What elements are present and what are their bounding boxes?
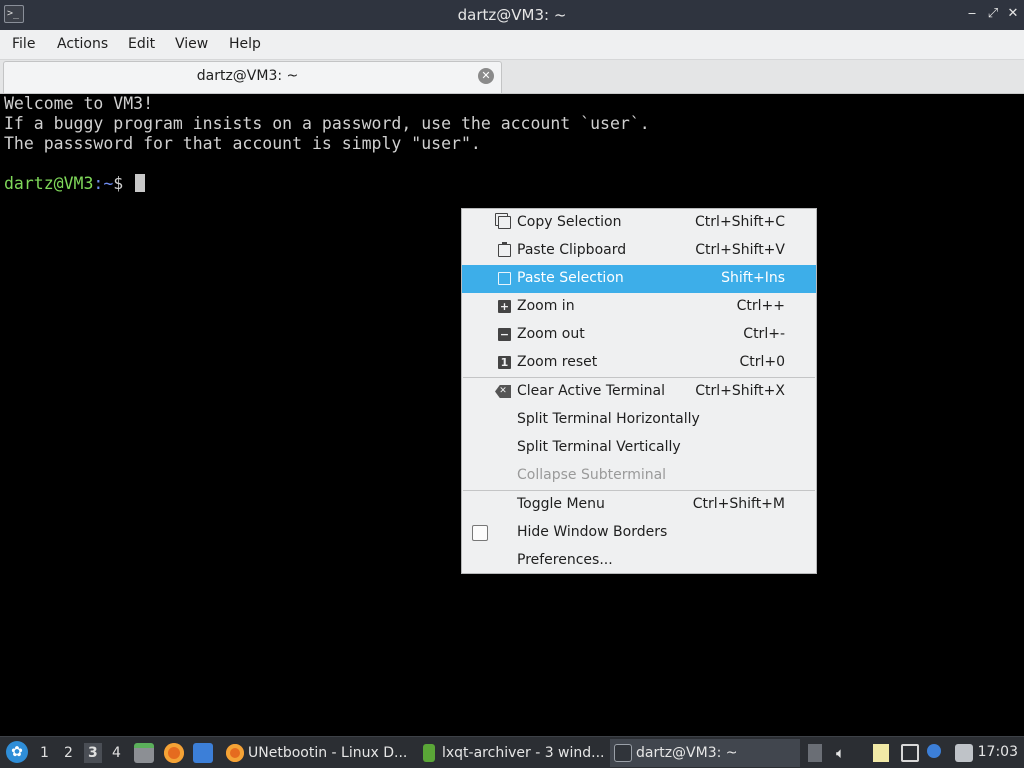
menu-item-split-horizontally[interactable]: Split Terminal Horizontally xyxy=(462,406,816,434)
terminal-line: Welcome to VM3! xyxy=(4,94,154,113)
menu-item-zoom-reset[interactable]: 1 Zoom reset Ctrl+0 xyxy=(462,349,816,377)
prompt-user: dartz@VM3 xyxy=(4,174,94,193)
firefox-icon xyxy=(226,744,244,762)
zoom-reset-icon: 1 xyxy=(498,356,511,369)
task-label: lxqt-archiver - 3 wind... xyxy=(442,745,604,761)
notification-icon[interactable] xyxy=(927,744,941,758)
clipboard-icon[interactable] xyxy=(873,744,889,762)
menu-item-copy-selection[interactable]: Copy Selection Ctrl+Shift+C xyxy=(462,209,816,237)
menu-view[interactable]: View xyxy=(175,36,208,52)
menu-item-shortcut: Shift+Ins xyxy=(721,270,785,286)
desktop-switch-3[interactable]: 3 xyxy=(84,743,102,763)
storage-icon[interactable] xyxy=(808,744,822,762)
screenshot-icon[interactable] xyxy=(955,744,973,762)
task-terminal[interactable]: dartz@VM3: ~ xyxy=(610,739,800,767)
text-cursor xyxy=(135,174,146,192)
clear-icon: ✕ xyxy=(495,385,511,398)
paste-icon xyxy=(498,272,511,285)
task-unetbootin[interactable]: UNetbootin - Linux D... xyxy=(222,739,410,767)
menu-actions[interactable]: Actions xyxy=(57,36,108,52)
menu-item-clear-active-terminal[interactable]: ✕ Clear Active Terminal Ctrl+Shift+X xyxy=(462,378,816,406)
zoom-in-icon: + xyxy=(498,300,511,313)
show-desktop-icon[interactable] xyxy=(193,743,213,763)
menu-help[interactable]: Help xyxy=(229,36,261,52)
menu-item-label: Zoom in xyxy=(517,298,575,314)
menu-file[interactable]: File xyxy=(12,36,35,52)
window-titlebar[interactable]: >_ dartz@VM3: ~ ‒ ⤢ ✕ xyxy=(0,0,1024,30)
start-menu-button[interactable]: ✿ xyxy=(6,741,28,763)
menu-item-label: Split Terminal Vertically xyxy=(517,439,681,455)
task-lxqt-archiver[interactable]: lxqt-archiver - 3 wind... xyxy=(416,739,604,767)
menu-item-toggle-menu[interactable]: Toggle Menu Ctrl+Shift+M xyxy=(462,491,816,519)
menu-item-label: Zoom reset xyxy=(517,354,598,370)
close-button[interactable]: ✕ xyxy=(1004,5,1022,23)
menu-item-label: Zoom out xyxy=(517,326,585,342)
menu-item-label: Collapse Subterminal xyxy=(517,467,667,483)
tab-terminal[interactable]: dartz@VM3: ~ ✕ xyxy=(3,61,502,93)
terminal-line: The passsword for that account is simply… xyxy=(4,134,481,153)
menu-item-shortcut: Ctrl+Shift+X xyxy=(695,383,785,399)
network-icon[interactable] xyxy=(901,744,919,762)
menu-item-paste-clipboard[interactable]: Paste Clipboard Ctrl+Shift+V xyxy=(462,237,816,265)
menu-item-shortcut: Ctrl+0 xyxy=(739,354,785,370)
desktop-switch-1[interactable]: 1 xyxy=(40,745,49,761)
menu-item-paste-selection[interactable]: Paste Selection Shift+Ins xyxy=(462,265,816,293)
menu-item-collapse-subterminal: Collapse Subterminal xyxy=(462,462,816,490)
desktop-switch-2[interactable]: 2 xyxy=(64,745,73,761)
menu-item-shortcut: Ctrl+Shift+M xyxy=(692,496,785,512)
task-label: dartz@VM3: ~ xyxy=(636,745,738,761)
firefox-icon[interactable] xyxy=(164,743,184,763)
menu-item-shortcut: Ctrl+- xyxy=(743,326,785,342)
tab-close-icon[interactable]: ✕ xyxy=(478,68,494,84)
desktop-switch-4[interactable]: 4 xyxy=(112,745,121,761)
menu-item-label: Paste Selection xyxy=(517,270,624,286)
menu-item-label: Hide Window Borders xyxy=(517,524,668,540)
copy-icon xyxy=(498,216,511,229)
window-title: dartz@VM3: ~ xyxy=(457,6,567,24)
archive-icon xyxy=(423,744,435,762)
taskbar: ✿ 1 2 3 4 UNetbootin - Linux D... lxqt-a… xyxy=(0,736,1024,768)
menu-item-label: Split Terminal Horizontally xyxy=(517,411,700,427)
prompt-symbol: $ xyxy=(113,174,134,193)
maximize-button[interactable]: ⤢ xyxy=(984,5,1002,23)
menu-item-shortcut: Ctrl+Shift+V xyxy=(695,242,785,258)
menu-item-shortcut: Ctrl+Shift+C xyxy=(695,214,785,230)
menu-bar: File Actions Edit View Help xyxy=(0,30,1024,60)
menu-item-label: Copy Selection xyxy=(517,214,622,230)
file-manager-icon[interactable] xyxy=(134,743,154,763)
menu-edit[interactable]: Edit xyxy=(128,36,155,52)
menu-item-shortcut: Ctrl++ xyxy=(736,298,785,314)
menu-item-label: Preferences... xyxy=(517,552,613,568)
terminal-prompt: dartz@VM3:~$ xyxy=(4,174,1020,194)
menu-item-label: Toggle Menu xyxy=(517,496,605,512)
paste-icon xyxy=(498,242,511,257)
zoom-out-icon: − xyxy=(498,328,511,341)
menu-item-label: Clear Active Terminal xyxy=(517,383,665,399)
terminal-line: If a buggy program insists on a password… xyxy=(4,114,650,133)
menu-item-preferences[interactable]: Preferences... xyxy=(462,547,816,575)
checkbox-icon[interactable] xyxy=(472,525,488,541)
terminal-icon xyxy=(614,744,632,762)
task-label: UNetbootin - Linux D... xyxy=(248,745,408,761)
tab-title: dartz@VM3: ~ xyxy=(196,68,299,84)
clock[interactable]: 17:03 xyxy=(978,744,1018,760)
prompt-separator: : xyxy=(93,174,104,193)
menu-item-zoom-in[interactable]: + Zoom in Ctrl++ xyxy=(462,293,816,321)
menu-item-zoom-out[interactable]: − Zoom out Ctrl+- xyxy=(462,321,816,349)
context-menu: Copy Selection Ctrl+Shift+C Paste Clipbo… xyxy=(461,208,817,574)
menu-item-label: Paste Clipboard xyxy=(517,242,627,258)
menu-item-hide-window-borders[interactable]: Hide Window Borders xyxy=(462,519,816,547)
volume-icon[interactable]: 🔈︎ xyxy=(836,744,854,762)
prompt-path: ~ xyxy=(103,174,114,193)
minimize-button[interactable]: ‒ xyxy=(963,5,981,23)
menu-item-split-vertically[interactable]: Split Terminal Vertically xyxy=(462,434,816,462)
tab-bar: dartz@VM3: ~ ✕ xyxy=(0,60,1024,94)
